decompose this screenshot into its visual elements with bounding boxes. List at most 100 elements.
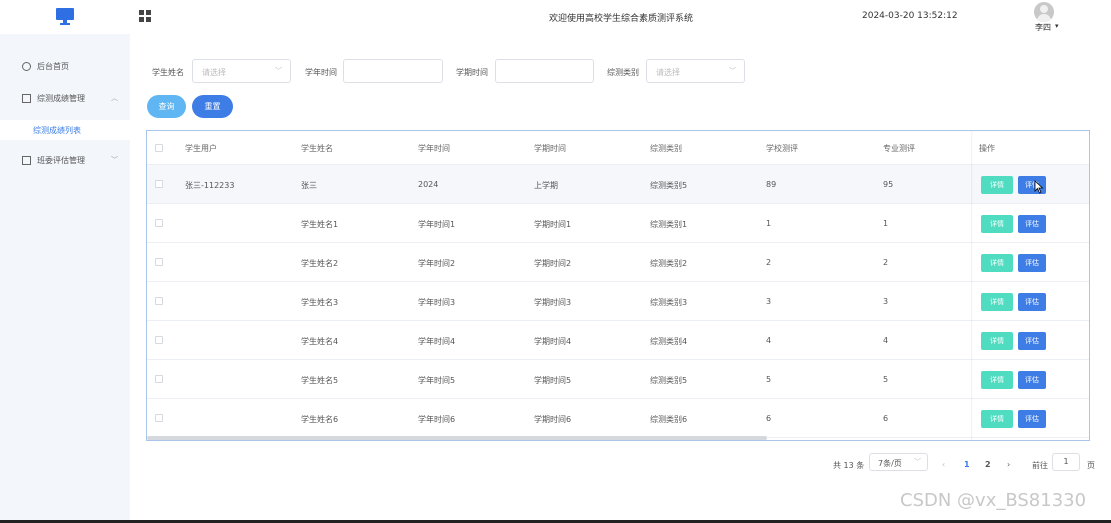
student-name-label: 学生姓名 xyxy=(152,68,184,77)
row-checkbox[interactable] xyxy=(155,180,163,188)
query-button[interactable]: 查询 xyxy=(147,95,186,118)
cell-category: 综测类别5 xyxy=(650,181,688,190)
table-row: 学生姓名6 学年时间6 学期时间6 综测类别6 6 6 详情 评估 xyxy=(147,399,1089,438)
row-checkbox[interactable] xyxy=(155,219,163,227)
cell-major-score: 4 xyxy=(883,336,889,345)
detail-button[interactable]: 详情 xyxy=(981,254,1013,272)
student-name-select[interactable]: 请选择 ﹀ xyxy=(192,59,291,83)
row-checkbox[interactable] xyxy=(155,414,163,422)
cell-major-score: 3 xyxy=(883,297,889,306)
table-row: 学生姓名5 学年时间5 学期时间5 综测类别5 5 5 详情 评估 xyxy=(147,360,1089,399)
table-header: 学生用户 学生姓名 学年时间 学期时间 综测类别 学校测评 专业测评 操作 xyxy=(147,131,1089,165)
table-row: 学生姓名3 学年时间3 学期时间3 综测类别3 3 3 详情 评估 xyxy=(147,282,1089,321)
column-header: 学校测评 xyxy=(766,144,798,153)
detail-button[interactable]: 详情 xyxy=(981,215,1013,233)
cell-term: 学期时间2 xyxy=(534,259,572,268)
cell-year: 学年时间3 xyxy=(418,298,456,307)
next-page-icon[interactable]: › xyxy=(1007,460,1010,469)
cell-name: 学生姓名5 xyxy=(301,376,339,385)
evaluate-button[interactable]: 评估 xyxy=(1018,254,1046,272)
horizontal-scrollbar[interactable] xyxy=(147,436,767,440)
column-header: 学期时间 xyxy=(534,144,566,153)
term-input[interactable] xyxy=(495,59,594,83)
sidebar-item-score-list[interactable]: 综测成绩列表 xyxy=(0,120,130,140)
cell-term: 学期时间1 xyxy=(534,220,572,229)
chevron-down-icon: ﹀ xyxy=(914,458,921,466)
row-checkbox[interactable] xyxy=(155,258,163,266)
cell-term: 学期时间6 xyxy=(534,415,572,424)
cell-year: 2024 xyxy=(418,180,439,189)
cell-major-score: 95 xyxy=(883,180,894,189)
table-row: 学生姓名1 学年时间1 学期时间1 综测类别1 1 1 详情 评估 xyxy=(147,204,1089,243)
sidebar-item-label: 班委评估管理 xyxy=(37,155,85,165)
evaluate-button[interactable]: 评估 xyxy=(1018,293,1046,311)
apps-grid-icon[interactable] xyxy=(139,10,151,22)
chevron-up-icon: ︿ xyxy=(111,94,118,102)
evaluate-button[interactable]: 评估 xyxy=(1018,410,1046,428)
main-panel: 学生姓名 请选择 ﹀ 学年时间 学期时间 综测类别 请选择 ﹀ 查询 重置 学生… xyxy=(130,42,1106,520)
page-suffix: 页 xyxy=(1087,461,1095,470)
column-header: 操作 xyxy=(979,144,995,153)
watermark: CSDN @vx_BS81330 xyxy=(900,490,1087,511)
page-size-select[interactable]: 7条/页 ﹀ xyxy=(869,453,928,471)
category-label: 综测类别 xyxy=(607,68,639,77)
cell-name: 学生姓名6 xyxy=(301,415,339,424)
cell-term: 上学期 xyxy=(534,181,558,190)
detail-button[interactable]: 详情 xyxy=(981,332,1013,350)
row-checkbox[interactable] xyxy=(155,297,163,305)
cell-school-score: 1 xyxy=(766,219,772,228)
cell-year: 学年时间6 xyxy=(418,415,456,424)
cell-major-score: 6 xyxy=(883,414,889,423)
user-avatar[interactable] xyxy=(1034,2,1054,22)
detail-button[interactable]: 详情 xyxy=(981,176,1013,194)
sidebar-item-committee-evaluation[interactable]: 班委评估管理 ﹀ xyxy=(0,150,130,170)
cell-category: 综测类别3 xyxy=(650,298,688,307)
detail-button[interactable]: 详情 xyxy=(981,371,1013,389)
year-input[interactable] xyxy=(343,59,443,83)
page-number-2[interactable]: 2 xyxy=(985,460,991,469)
page-number-1[interactable]: 1 xyxy=(964,460,970,469)
goto-page-input[interactable]: 1 xyxy=(1052,453,1080,471)
reset-button[interactable]: 重置 xyxy=(192,95,233,118)
system-title: 欢迎使用高校学生综合素质测评系统 xyxy=(549,14,694,24)
sidebar-item-home[interactable]: 后台首页 xyxy=(0,56,130,76)
cell-category: 综测类别2 xyxy=(650,259,688,268)
table-icon xyxy=(22,155,31,165)
evaluate-button[interactable]: 评估 xyxy=(1018,215,1046,233)
row-checkbox[interactable] xyxy=(155,375,163,383)
cell-category: 综测类别6 xyxy=(650,415,688,424)
chevron-down-icon: ﹀ xyxy=(275,67,282,75)
cell-user: 张三-112233 xyxy=(185,181,235,190)
cell-major-score: 1 xyxy=(883,219,889,228)
cell-school-score: 5 xyxy=(766,375,772,384)
cell-name: 学生姓名3 xyxy=(301,298,339,307)
term-label: 学期时间 xyxy=(456,68,488,77)
clock-icon xyxy=(22,61,31,71)
prev-page-icon[interactable]: ‹ xyxy=(942,460,945,469)
sidebar-item-label: 综测成绩列表 xyxy=(33,126,81,135)
table-row: 张三-112233 张三 2024 上学期 综测类别5 89 95 详情 评估 xyxy=(147,165,1089,204)
detail-button[interactable]: 详情 xyxy=(981,293,1013,311)
chevron-down-icon: ﹀ xyxy=(729,67,736,75)
username-label[interactable]: 李四 xyxy=(1035,22,1051,33)
table-icon xyxy=(22,93,31,103)
top-header: 欢迎使用高校学生综合素质测评系统 2024-03-20 13:52:12 李四 … xyxy=(0,0,1111,34)
score-table: 学生用户 学生姓名 学年时间 学期时间 综测类别 学校测评 专业测评 操作 张三… xyxy=(146,130,1090,441)
detail-button[interactable]: 详情 xyxy=(981,410,1013,428)
evaluate-button[interactable]: 评估 xyxy=(1018,371,1046,389)
cell-school-score: 89 xyxy=(766,180,777,189)
sidebar-item-label: 综测成绩管理 xyxy=(37,93,85,103)
cell-category: 综测类别5 xyxy=(650,376,688,385)
cell-school-score: 3 xyxy=(766,297,772,306)
current-datetime: 2024-03-20 13:52:12 xyxy=(862,11,958,21)
column-header: 学生姓名 xyxy=(301,144,333,153)
row-checkbox[interactable] xyxy=(155,336,163,344)
chevron-down-icon[interactable]: ▾ xyxy=(1055,22,1059,30)
category-select[interactable]: 请选择 ﹀ xyxy=(646,59,745,83)
select-all-checkbox[interactable] xyxy=(155,144,163,152)
sidebar-item-score-management[interactable]: 综测成绩管理 ︿ xyxy=(0,88,130,108)
cell-major-score: 2 xyxy=(883,258,889,267)
fixed-column-shadow xyxy=(971,131,973,440)
cell-school-score: 4 xyxy=(766,336,772,345)
evaluate-button[interactable]: 评估 xyxy=(1018,332,1046,350)
